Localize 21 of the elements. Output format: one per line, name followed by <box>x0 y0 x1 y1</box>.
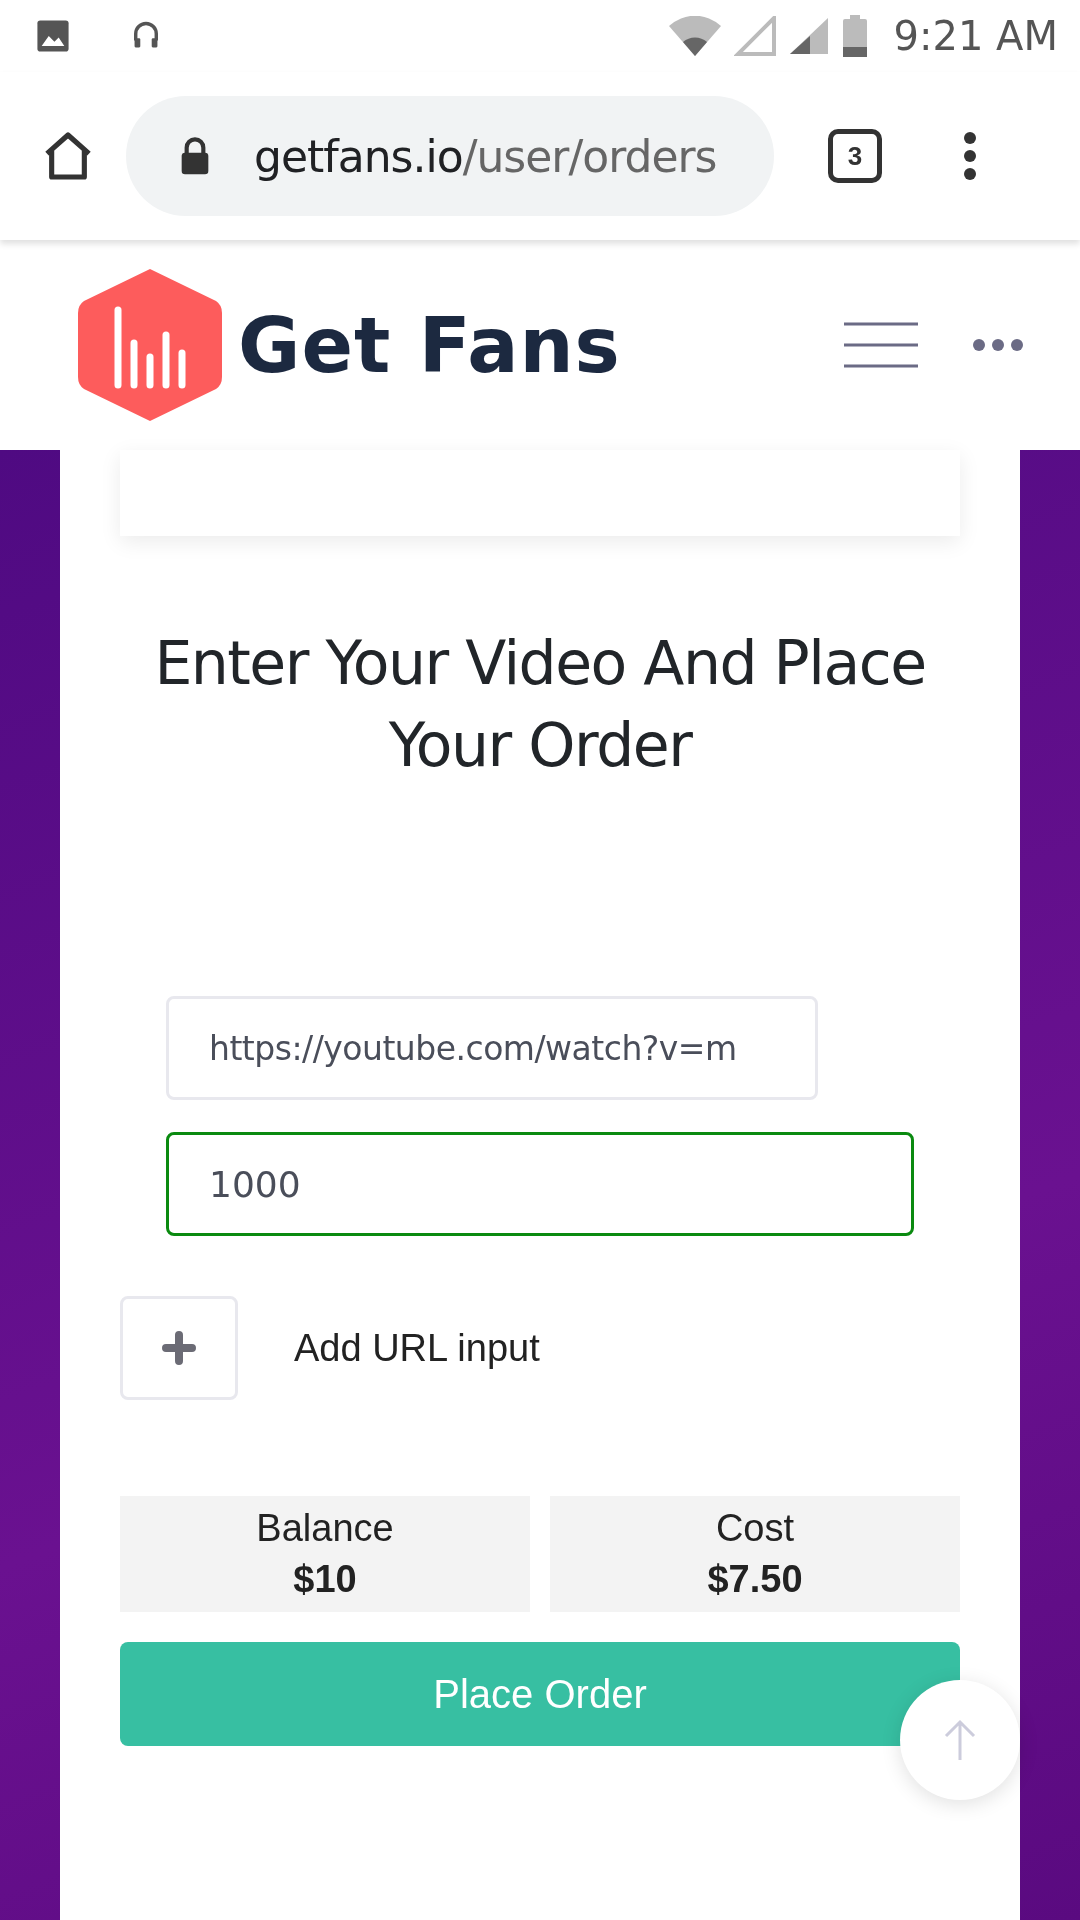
gallery-icon <box>36 19 70 53</box>
menu-icon[interactable] <box>844 322 918 368</box>
summary-label: Cost <box>715 1507 795 1550</box>
add-url-label: Add URL input <box>294 1326 540 1370</box>
url-input[interactable]: https://youtube.com/watch?v=m <box>166 996 818 1100</box>
arrow-up-icon <box>943 1718 977 1762</box>
page-heading: Enter Your Video And Place Your Order <box>153 627 927 782</box>
address-bar[interactable]: getfans.io/user/orders <box>126 96 774 216</box>
plus-icon <box>162 1331 196 1365</box>
brand-name[interactable]: Get Fans <box>238 300 621 390</box>
summary-value: $10 <box>293 1558 357 1601</box>
add-button[interactable] <box>120 1296 238 1400</box>
url-text: getfans.io/user/orders <box>254 130 717 182</box>
quantity-input[interactable]: 1000 <box>166 1132 914 1236</box>
tab-count-button[interactable]: 3 <box>828 129 882 183</box>
wifi-icon <box>667 16 722 56</box>
signal-icon <box>733 16 776 56</box>
battery-icon <box>841 15 868 57</box>
clock-time: 9:21 AM <box>893 13 1058 59</box>
summary-value: $7.50 <box>707 1558 803 1601</box>
summary-label: Balance <box>256 1507 394 1550</box>
